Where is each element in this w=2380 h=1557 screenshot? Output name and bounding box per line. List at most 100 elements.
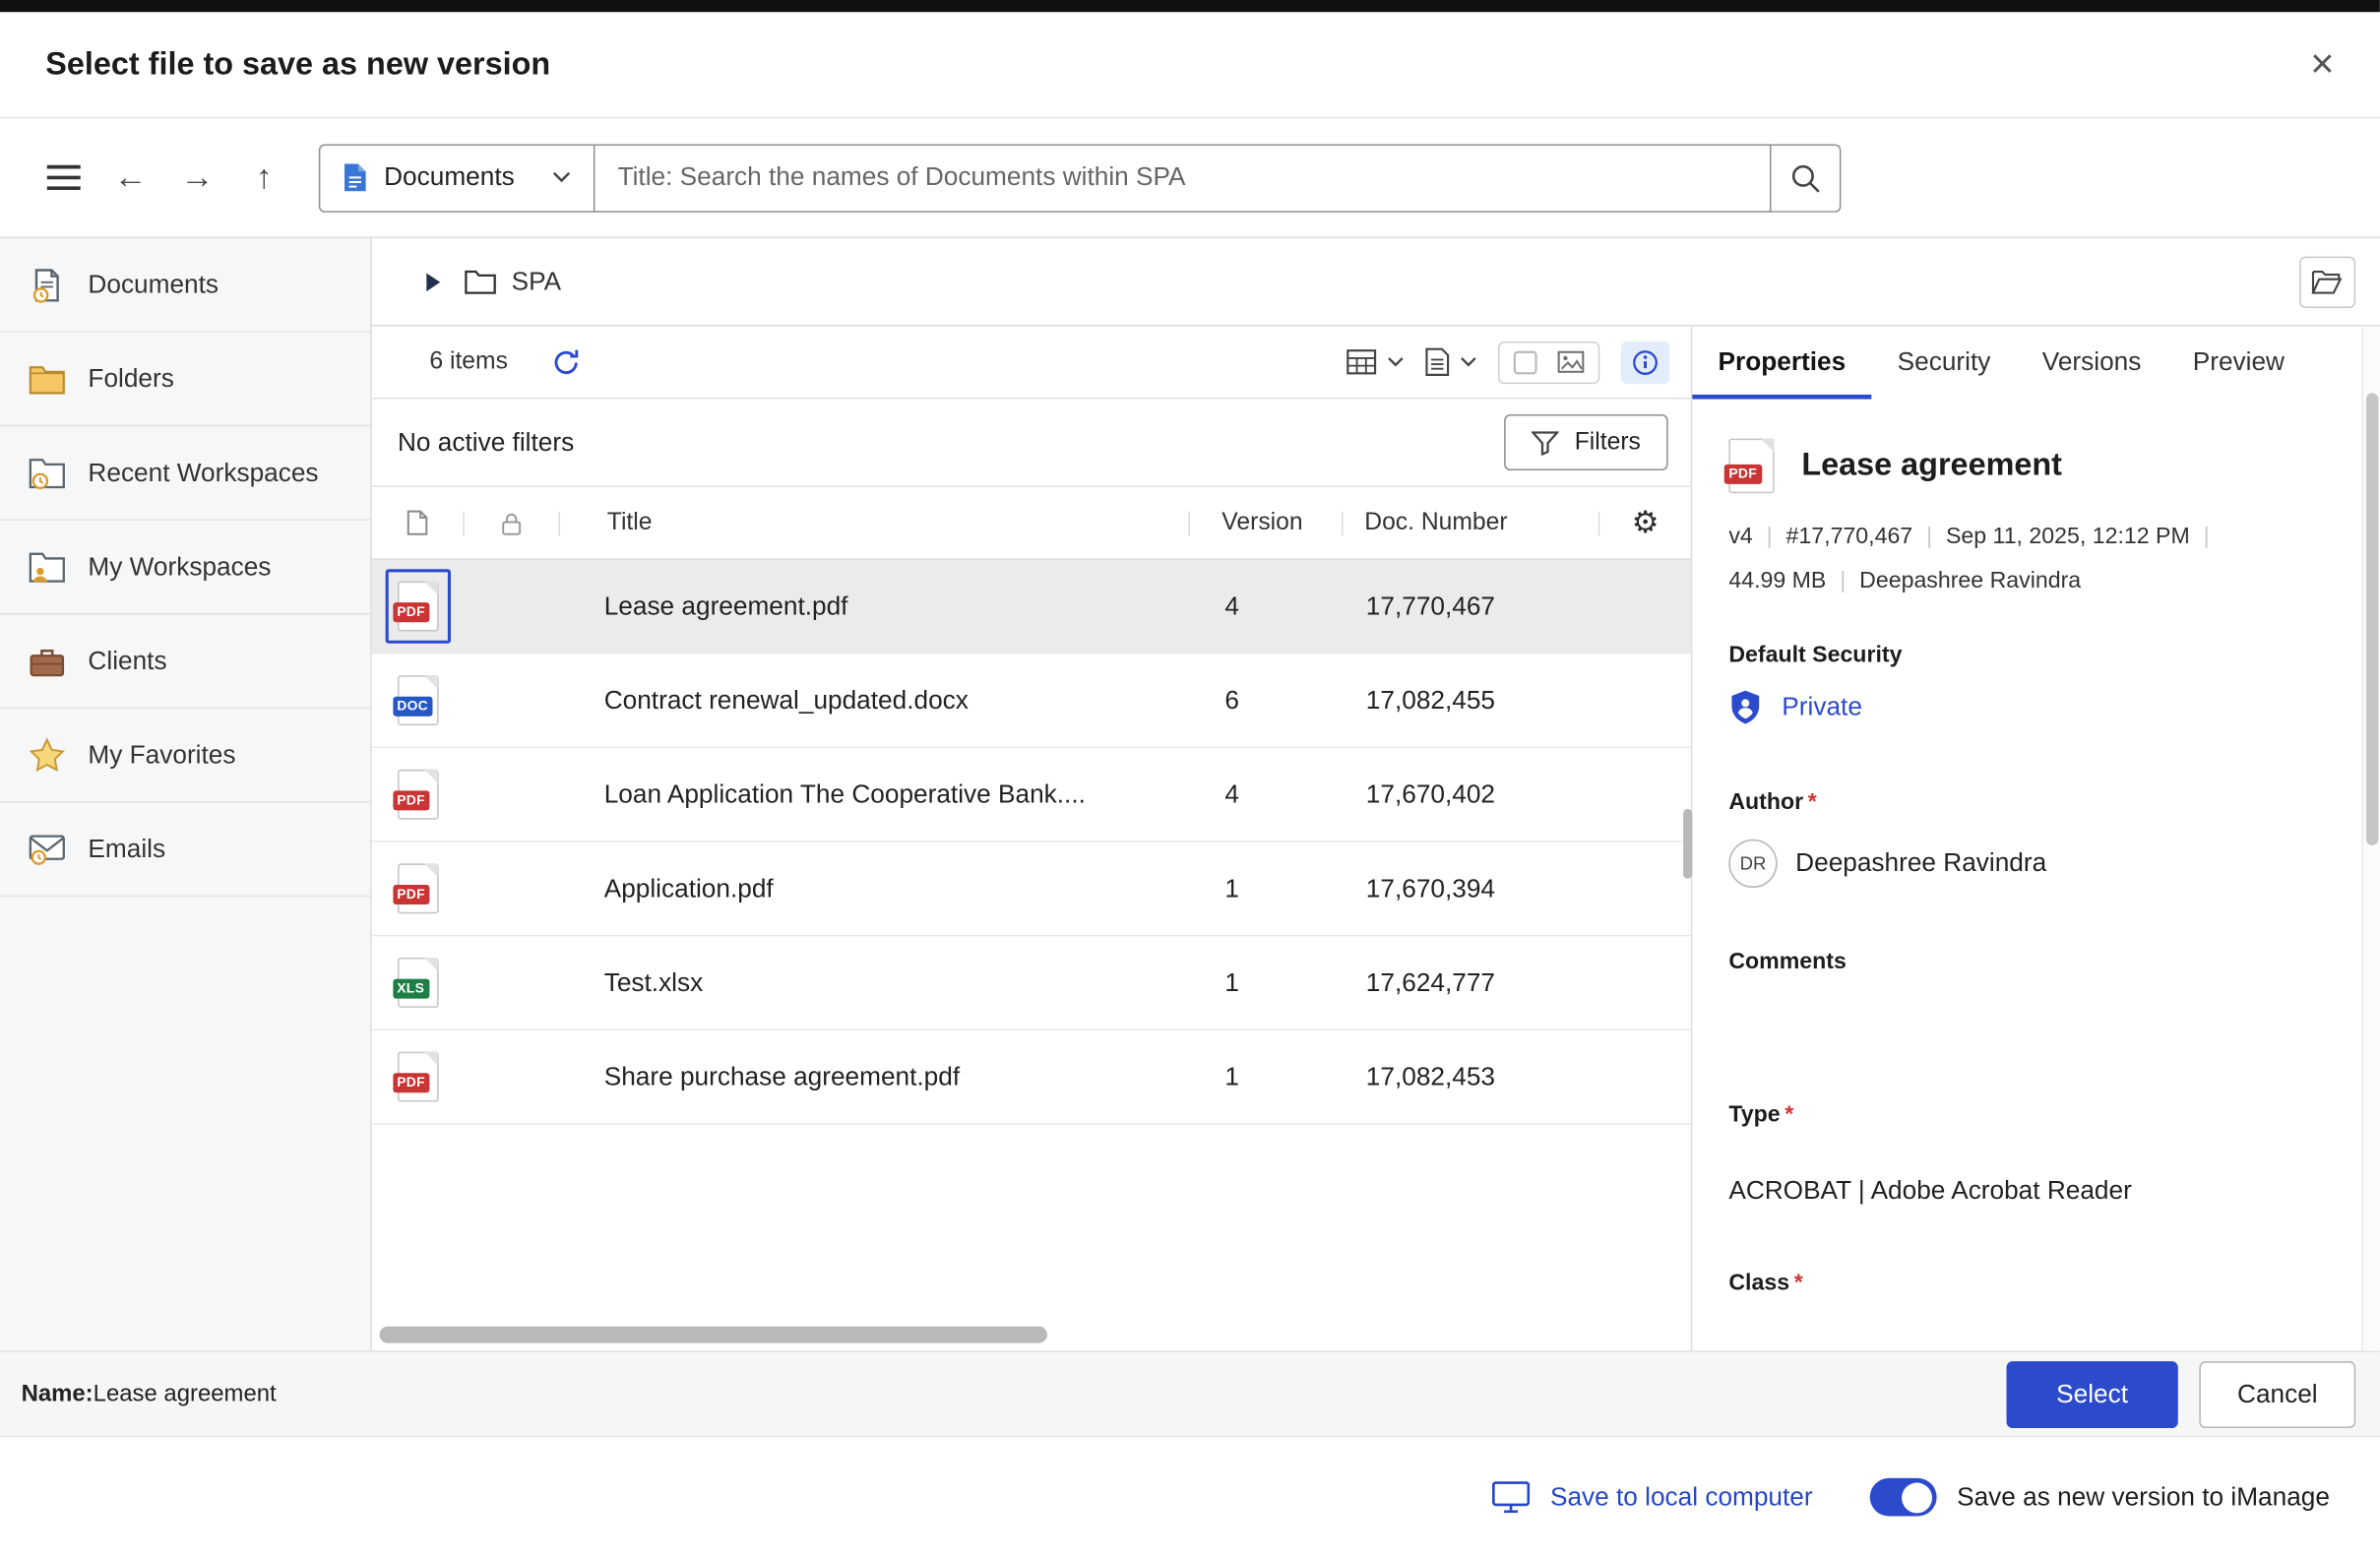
dialog-header: Select file to save as new version ×	[0, 12, 2380, 118]
author-name: Deepashree Ravindra	[1795, 848, 2046, 879]
breadcrumb-folder-name[interactable]: SPA	[512, 267, 562, 297]
search-group: Documents	[319, 144, 1842, 212]
table-row[interactable]: XLS Test.xlsx 1 17,624,777	[372, 936, 1691, 1030]
save-as-new-version-label: Save as new version to iManage	[1957, 1482, 2330, 1513]
document-meta: v4|#17,770,467|Sep 11, 2025, 12:12 PM| 4…	[1728, 515, 2334, 602]
column-settings-button[interactable]: ⚙	[1599, 504, 1691, 542]
document-heading: PDF Lease agreement	[1728, 439, 2334, 494]
version-column-header[interactable]: Version	[1190, 509, 1342, 536]
row-title: Application.pdf	[557, 873, 1193, 903]
info-panel-toggle[interactable]	[1621, 341, 1669, 383]
horizontal-scrollbar-thumb[interactable]	[380, 1327, 1047, 1343]
sidebar-item-emails[interactable]: Emails	[0, 803, 370, 898]
dialog-footer: Name:Lease agreement Select Cancel	[0, 1350, 2380, 1437]
title-column-header[interactable]: Title	[560, 509, 1188, 536]
checkbox-icon[interactable]	[1513, 349, 1537, 374]
table-row[interactable]: DOC Contract renewal_updated.docx 6 17,0…	[372, 654, 1691, 749]
table-row[interactable]: PDF Loan Application The Cooperative Ban…	[372, 748, 1691, 842]
file-type-column-header[interactable]	[372, 510, 464, 535]
dialog-window: Select file to save as new version × ← →…	[0, 0, 2380, 1557]
document-view-button[interactable]	[1425, 347, 1476, 376]
content-area: SPA 6 items	[372, 238, 2380, 1350]
search-scope-dropdown[interactable]: Documents	[319, 144, 595, 212]
sidebar-item-documents[interactable]: Documents	[0, 238, 370, 333]
tab-security[interactable]: Security	[1871, 327, 2016, 400]
main-area: Documents Folders Recent Workspaces	[0, 238, 2380, 1350]
recent-workspaces-icon	[28, 455, 67, 491]
thumbnail-image-icon[interactable]	[1557, 350, 1585, 373]
save-to-local-link[interactable]: Save to local computer	[1492, 1481, 1812, 1513]
row-title: Share purchase agreement.pdf	[557, 1062, 1193, 1092]
row-version: 1	[1193, 967, 1345, 998]
tab-versions[interactable]: Versions	[2017, 327, 2167, 400]
meta-modified-by: Deepashree Ravindra	[1859, 568, 2081, 593]
chevron-down-icon	[552, 171, 571, 183]
folder-icon	[28, 360, 67, 397]
meta-date: Sep 11, 2025, 12:12 PM	[1946, 524, 2190, 549]
lock-column-header[interactable]	[465, 511, 559, 535]
table-view-icon	[1347, 349, 1377, 375]
search-input[interactable]	[595, 144, 1771, 212]
filters-button[interactable]: Filters	[1505, 414, 1668, 470]
forward-button[interactable]: →	[170, 151, 225, 206]
comments-label: Comments	[1728, 949, 2334, 974]
email-envelope-icon	[28, 833, 67, 866]
refresh-button[interactable]	[550, 346, 581, 377]
row-version: 1	[1193, 1062, 1345, 1092]
sidebar-item-recent-workspaces[interactable]: Recent Workspaces	[0, 426, 370, 521]
author-row: DR Deepashree Ravindra	[1728, 840, 2334, 888]
doc-number-column-header[interactable]: Doc. Number	[1344, 509, 1598, 536]
screenshot-viewport: Select file to save as new version × ← →…	[0, 0, 2380, 1557]
content-body: 6 items	[372, 327, 2380, 1351]
vertical-scrollbar[interactable]	[2361, 327, 2380, 1351]
selected-file-name: Name:Lease agreement	[22, 1380, 277, 1407]
table-header: Title Version Doc. Number ⚙	[372, 487, 1691, 560]
sidebar-item-label: Emails	[88, 834, 165, 864]
filters-button-label: Filters	[1575, 429, 1641, 457]
sidebar-item-my-favorites[interactable]: My Favorites	[0, 709, 370, 803]
close-icon[interactable]: ×	[2310, 44, 2334, 86]
sidebar-item-label: Clients	[88, 646, 166, 676]
chevron-down-icon	[1460, 356, 1476, 367]
cancel-button[interactable]: Cancel	[2199, 1360, 2355, 1427]
table-row[interactable]: PDF Share purchase agreement.pdf 1 17,08…	[372, 1030, 1691, 1125]
open-folder-button[interactable]	[2299, 256, 2355, 307]
sidebar-item-folders[interactable]: Folders	[0, 333, 370, 427]
menu-button[interactable]	[36, 151, 92, 206]
tab-properties[interactable]: Properties	[1692, 327, 1871, 400]
sidebar-item-clients[interactable]: Clients	[0, 615, 370, 710]
back-button[interactable]: ←	[103, 151, 158, 206]
info-icon	[1632, 348, 1660, 376]
meta-version: v4	[1728, 524, 1752, 549]
pane-resize-handle[interactable]	[1683, 809, 1692, 879]
document-list-pane: 6 items	[372, 327, 1693, 1351]
row-version: 1	[1193, 873, 1345, 903]
expand-caret-icon[interactable]	[426, 273, 440, 291]
select-button[interactable]: Select	[2006, 1360, 2178, 1427]
up-button[interactable]: ↑	[237, 151, 292, 206]
row-title: Test.xlsx	[557, 967, 1193, 998]
pdf-file-icon: PDF	[1728, 439, 1774, 494]
my-workspaces-icon	[28, 548, 67, 585]
sidebar-item-label: My Workspaces	[88, 552, 271, 583]
hamburger-icon	[45, 164, 82, 192]
save-options-bar: Save to local computer Save as new versi…	[0, 1437, 2380, 1557]
save-as-new-version-toggle[interactable]	[1870, 1478, 1937, 1517]
security-value[interactable]: Private	[1782, 692, 1862, 722]
window-top-strip	[0, 0, 2380, 12]
table-row[interactable]: PDF Application.pdf 1 17,670,394	[372, 842, 1691, 937]
back-arrow-icon: ←	[114, 157, 148, 197]
refresh-icon	[550, 346, 581, 377]
document-view-icon	[1425, 347, 1450, 376]
sidebar-item-my-workspaces[interactable]: My Workspaces	[0, 521, 370, 615]
tab-preview[interactable]: Preview	[2167, 327, 2311, 400]
row-doc-number: 17,670,402	[1345, 779, 1599, 810]
table-row[interactable]: PDF Lease agreement.pdf 4 17,770,467	[372, 560, 1691, 654]
horizontal-scrollbar[interactable]	[375, 1327, 1679, 1345]
search-button[interactable]	[1772, 144, 1842, 212]
required-asterisk: *	[1785, 1101, 1793, 1127]
table-view-button[interactable]	[1347, 349, 1405, 375]
doc-file-icon: DOC	[397, 675, 438, 725]
vertical-scrollbar-thumb[interactable]	[2366, 393, 2378, 845]
documents-icon	[28, 265, 67, 304]
